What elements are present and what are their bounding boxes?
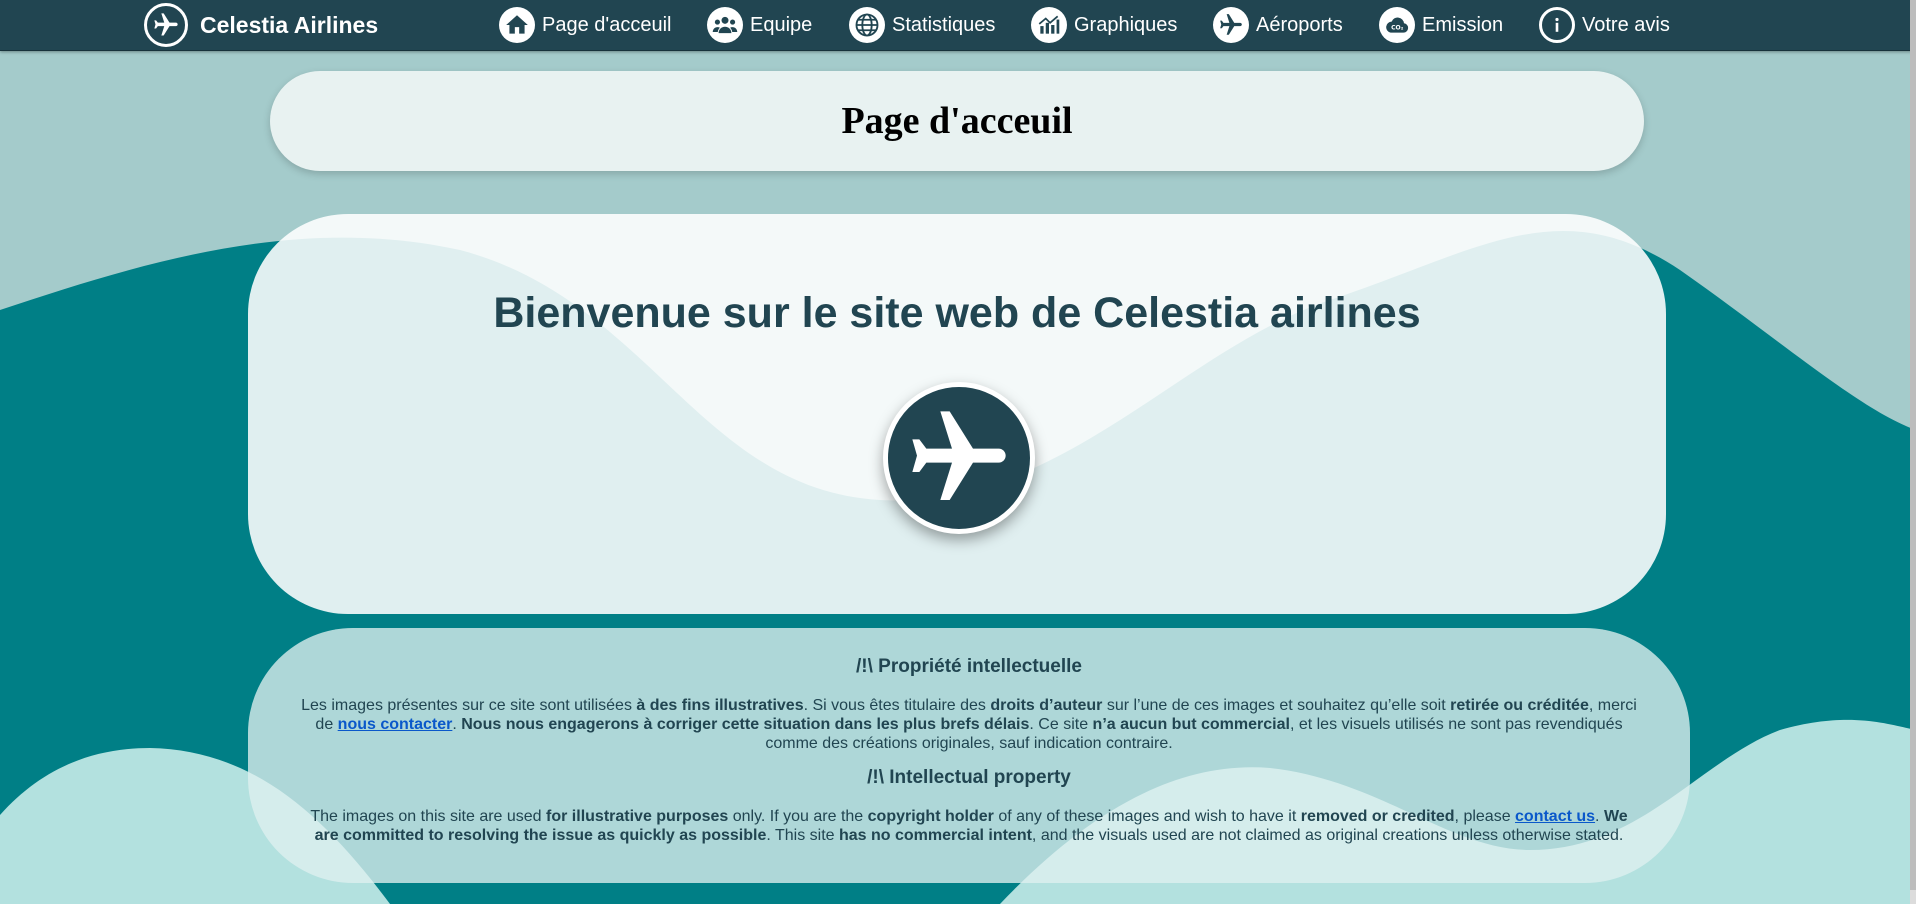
team-icon — [707, 7, 743, 43]
brand-name: Celestia Airlines — [200, 11, 379, 38]
legal-heading-fr: /!\ Propriété intellectuelle — [856, 656, 1082, 677]
legal-text-emphasis: copyright holder — [867, 808, 994, 825]
scrollbar-thumb[interactable] — [1910, 0, 1916, 890]
contact-link-en[interactable]: contact us — [1515, 808, 1595, 825]
home-icon — [499, 7, 535, 43]
airplane-icon — [883, 382, 1035, 534]
legal-notice: /!\ Propriété intellectuelle Les images … — [248, 628, 1690, 883]
nav-label: Aéroports — [1256, 13, 1343, 36]
top-navbar: Celestia Airlines Page d'acceuil Equipe … — [0, 0, 1916, 51]
legal-text-segment: . This site — [766, 827, 839, 844]
legal-text-segment: only. If you are the — [728, 808, 868, 825]
nav-label: Equipe — [750, 13, 813, 36]
legal-text-emphasis: à des fins illustratives — [636, 697, 804, 714]
co2-cloud-icon: CO₂ — [1379, 7, 1415, 43]
welcome-title: Bienvenue sur le site web de Celestia ai… — [493, 289, 1421, 337]
legal-text-segment: . — [1595, 808, 1604, 825]
nav-label: Graphiques — [1074, 13, 1178, 36]
legal-text-emphasis: Nous nous engagerons à corriger cette si… — [461, 716, 1030, 733]
legal-text-emphasis: removed or credited — [1300, 808, 1455, 825]
info-icon — [1539, 7, 1575, 43]
globe-stats-icon — [849, 7, 885, 43]
legal-text-segment: of any of these images and wish to have … — [993, 808, 1301, 825]
legal-text-segment: . — [452, 716, 462, 733]
legal-text-fr: Les images présentes sur ce site sont ut… — [298, 696, 1640, 753]
legal-text-segment: The images on this site are used — [310, 808, 547, 825]
legal-text-emphasis: n’a aucun but commercial — [1092, 716, 1290, 733]
airplane-icon — [1213, 7, 1249, 43]
page-header: Page d'acceuil — [270, 71, 1644, 171]
nav-item-charts[interactable]: Graphiques — [1031, 0, 1177, 50]
legal-text-segment: . Ce site — [1029, 716, 1093, 733]
nav-label: Page d'acceuil — [542, 13, 672, 36]
airplane-icon — [144, 3, 188, 47]
nav-label: Emission — [1422, 13, 1504, 36]
legal-text-en: The images on this site are used for ill… — [298, 807, 1640, 845]
nav-label: Statistiques — [892, 13, 996, 36]
nav-label: Votre avis — [1582, 13, 1670, 36]
nav-item-emission[interactable]: CO₂ Emission — [1379, 0, 1503, 50]
legal-text-emphasis: for illustrative purposes — [546, 808, 729, 825]
nav-item-home[interactable]: Page d'acceuil — [499, 0, 671, 50]
legal-text-emphasis: droits d’auteur — [990, 697, 1103, 714]
brand-home-link[interactable]: Celestia Airlines — [144, 0, 378, 50]
nav-item-statistics[interactable]: Statistiques — [849, 0, 995, 50]
welcome-card: Bienvenue sur le site web de Celestia ai… — [248, 214, 1666, 614]
legal-text-segment: , please — [1454, 808, 1516, 825]
legal-text-emphasis: retirée ou créditée — [1450, 697, 1589, 714]
bar-chart-icon — [1031, 7, 1067, 43]
nav-item-airports[interactable]: Aéroports — [1213, 0, 1343, 50]
nav-item-team[interactable]: Equipe — [707, 0, 812, 50]
legal-text-segment: , and the visuals used are not claimed a… — [1031, 827, 1624, 844]
legal-text-segment: sur l’une de ces images et souhaitez qu’… — [1102, 697, 1451, 714]
svg-text:CO₂: CO₂ — [1391, 25, 1404, 32]
nav-item-feedback[interactable]: Votre avis — [1539, 0, 1670, 50]
page-title: Page d'acceuil — [841, 100, 1073, 142]
legal-text-segment: . Si vous êtes titulaire des — [803, 697, 991, 714]
contact-link-fr[interactable]: nous contacter — [338, 716, 453, 733]
legal-text-segment: Les images présentes sur ce site sont ut… — [301, 697, 637, 714]
legal-text-emphasis: has no commercial intent — [838, 827, 1032, 844]
legal-heading-en: /!\ Intellectual property — [867, 767, 1071, 788]
